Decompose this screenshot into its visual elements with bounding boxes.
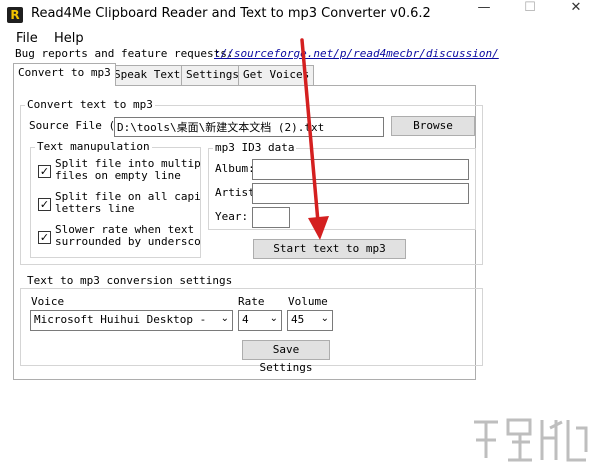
id3-group-title: mp3 ID3 data — [213, 141, 297, 154]
album-label: Album: — [215, 162, 255, 175]
voice-label: Voice — [31, 295, 65, 308]
menu-help[interactable]: Help — [54, 31, 84, 46]
artist-input[interactable] — [252, 183, 469, 204]
volume-label: Volume — [288, 295, 328, 308]
start-text-to-mp3-button[interactable]: Start text to mp3 — [253, 239, 406, 259]
tab-speak-text[interactable]: Speak Text — [109, 65, 186, 85]
year-label: Year: — [215, 210, 249, 223]
year-input[interactable] — [252, 207, 290, 228]
window-title: Read4Me Clipboard Reader and Text to mp3… — [31, 6, 431, 21]
checkmark-icon: ✓ — [39, 198, 50, 211]
rate-label: Rate — [238, 295, 265, 308]
checkbox-label-line: surrounded by underscore — [55, 235, 201, 248]
chevron-down-icon: ⌄ — [320, 313, 329, 324]
voice-select-value: Microsoft Huihui Desktop - Chi — [34, 313, 212, 326]
maximize-button[interactable]: ☐ — [507, 0, 553, 30]
split-empty-line-checkbox[interactable]: ✓ — [38, 165, 51, 178]
bug-report-link[interactable]: ://sourceforge.net/p/read4mecbr/discussi… — [214, 47, 499, 60]
split-capital-label: Split file on all capital letters line — [55, 191, 201, 215]
checkbox-label-line: letters line — [55, 202, 135, 215]
tab-convert-to-mp3[interactable]: Convert to mp3 — [13, 63, 116, 86]
slower-rate-label: Slower rate when text surrounded by unde… — [55, 224, 201, 248]
split-capital-checkbox[interactable]: ✓ — [38, 198, 51, 211]
menu-file[interactable]: File — [16, 31, 38, 46]
source-file-label: Source File (t — [29, 119, 115, 132]
slower-rate-checkbox[interactable]: ✓ — [38, 231, 51, 244]
checkmark-icon: ✓ — [39, 165, 50, 178]
chevron-down-icon: ⌄ — [269, 313, 278, 324]
rate-select[interactable]: 4 ⌄ — [238, 310, 282, 331]
bug-report-label: Bug reports and feature requests: — [15, 47, 234, 60]
text-manipulation-title: Text manupulation — [35, 140, 152, 153]
tab-settings[interactable]: Settings — [181, 65, 244, 85]
tab-get-voices[interactable]: Get Voices — [238, 65, 315, 85]
volume-select[interactable]: 45 ⌄ — [287, 310, 333, 331]
source-file-input[interactable]: D:\tools\桌面\新建文本文档 (2).txt — [114, 117, 384, 137]
album-input[interactable] — [252, 159, 469, 180]
artist-label: Artist — [215, 186, 255, 199]
split-empty-line-label: Split file into multiple files on empty … — [55, 158, 201, 182]
save-settings-button[interactable]: Save Settings — [242, 340, 330, 374]
minimize-button[interactable]: — — [461, 0, 507, 30]
convert-group-title: Convert text to mp3 — [25, 98, 155, 111]
app-icon: R — [7, 7, 23, 23]
chevron-down-icon: ⌄ — [220, 313, 229, 324]
browse-button[interactable]: Browse — [391, 116, 475, 136]
volume-select-value: 45 — [291, 313, 305, 326]
checkmark-icon: ✓ — [39, 231, 50, 244]
rate-select-value: 4 — [242, 313, 249, 326]
conversion-settings-title: Text to mp3 conversion settings — [25, 274, 235, 287]
checkbox-label-line: files on empty line — [55, 169, 181, 182]
close-button[interactable]: ✕ — [553, 0, 599, 30]
voice-select[interactable]: Microsoft Huihui Desktop - Chi ⌄ — [30, 310, 233, 331]
watermark-logo-icon — [474, 418, 588, 462]
